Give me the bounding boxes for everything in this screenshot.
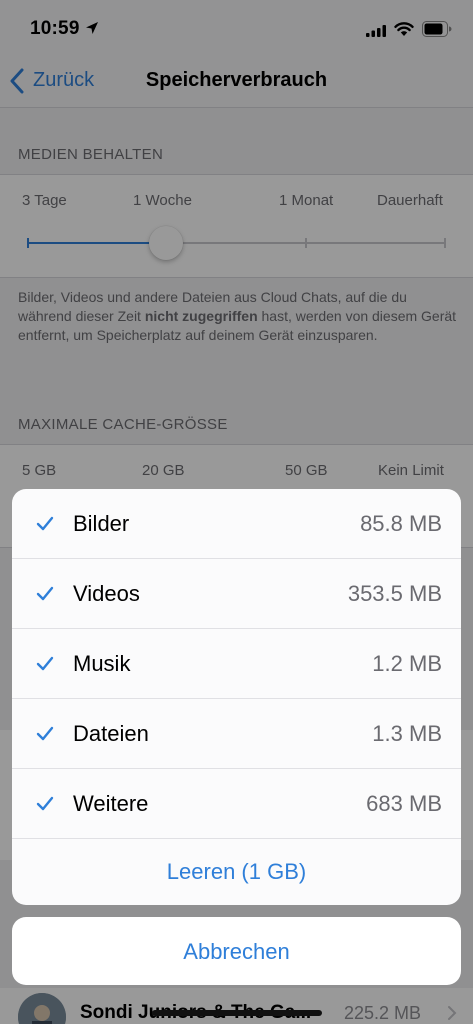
sheet-item-size: 1.2 MB (372, 651, 442, 676)
clear-cache-action-sheet: Bilder 85.8 MB Videos 353.5 MB Musik 1.2… (12, 489, 461, 905)
checkmark-icon (36, 656, 54, 671)
sheet-item-size: 1.3 MB (372, 721, 442, 746)
checkmark-icon (36, 586, 54, 601)
sheet-item-label: Videos (73, 581, 140, 606)
checkmark-icon (36, 796, 54, 811)
home-indicator[interactable] (152, 1010, 322, 1016)
sheet-item-files[interactable]: Dateien 1.3 MB (12, 699, 461, 769)
sheet-item-label: Weitere (73, 791, 149, 816)
sheet-item-videos[interactable]: Videos 353.5 MB (12, 559, 461, 629)
cancel-button[interactable]: Abbrechen (12, 917, 461, 985)
clear-cache-button[interactable]: Leeren (1 GB) (12, 839, 461, 905)
checkmark-icon (36, 516, 54, 531)
sheet-item-size: 353.5 MB (347, 581, 442, 606)
sheet-item-label: Dateien (73, 721, 149, 746)
sheet-item-other[interactable]: Weitere 683 MB (12, 769, 461, 839)
checkmark-icon (36, 726, 54, 741)
sheet-item-music[interactable]: Musik 1.2 MB (12, 629, 461, 699)
sheet-item-images[interactable]: Bilder 85.8 MB (12, 489, 461, 559)
sheet-item-size: 85.8 MB (360, 511, 442, 536)
sheet-item-size: 683 MB (366, 791, 442, 816)
sheet-item-label: Musik (73, 651, 131, 676)
sheet-item-label: Bilder (73, 511, 130, 536)
